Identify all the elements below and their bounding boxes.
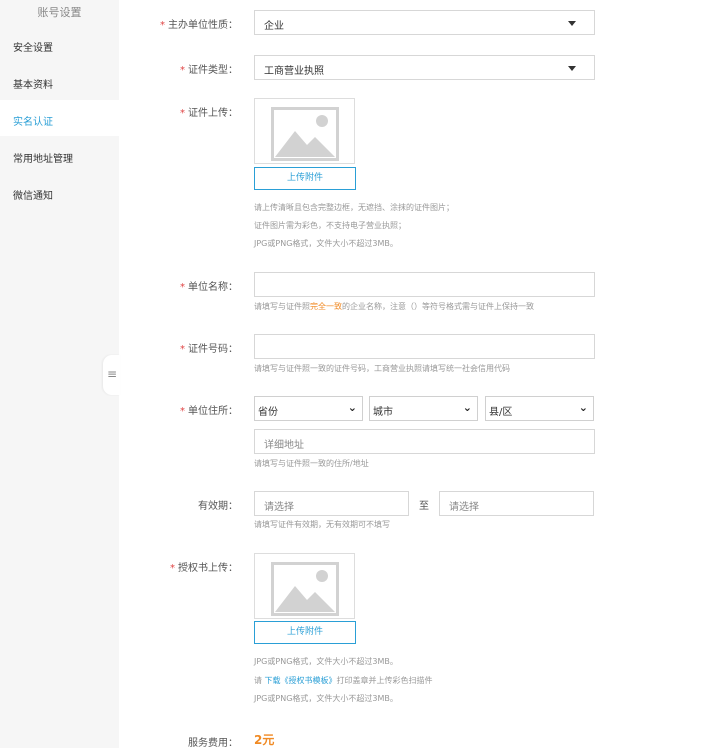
image-placeholder-icon xyxy=(271,562,339,616)
fee-value: 2元 xyxy=(254,733,275,747)
chevron-down-icon: ⌄ xyxy=(347,401,357,414)
city-value: 城市 xyxy=(373,407,393,418)
caret-down-icon xyxy=(568,66,576,71)
address-hint: 请填写与证件照一致的住所/地址 xyxy=(254,459,369,468)
fee-label: 服务费用： xyxy=(188,738,238,748)
cert-upload-hint-2: 证件图片需为彩色，不支持电子营业执照； xyxy=(254,221,406,230)
sidebar-item-wechat[interactable]: 微信通知 xyxy=(13,187,53,202)
cert-number-hint: 请填写与证件照一致的证件号码，工商营业执照请填写统一社会信用代码 xyxy=(254,364,510,373)
city-select[interactable]: 城市 ⌄ xyxy=(369,396,478,421)
validity-start-input[interactable]: 请选择 xyxy=(254,491,409,516)
sidebar-item-address[interactable]: 常用地址管理 xyxy=(13,150,73,165)
menu-icon: ≡ xyxy=(107,367,118,381)
district-select[interactable]: 县/区 ⌄ xyxy=(485,396,594,421)
cert-upload-hint-3: JPG或PNG格式，文件大小不超过3MB。 xyxy=(254,239,398,248)
auth-upload-label: * 授权书上传： xyxy=(170,563,238,574)
sidebar-collapse-handle[interactable]: ≡ xyxy=(103,355,120,395)
cert-type-select[interactable]: 工商营业执照 xyxy=(254,55,595,80)
cert-image-preview[interactable] xyxy=(254,98,355,164)
caret-down-icon xyxy=(568,21,576,26)
org-name-hint-highlight: 完全一致 xyxy=(310,302,342,311)
province-select[interactable]: 省份 ⌄ xyxy=(254,396,363,421)
cert-type-label: * 证件类型： xyxy=(180,65,238,76)
validity-separator: 至 xyxy=(419,501,429,512)
org-type-label: * 主办单位性质： xyxy=(160,20,238,31)
validity-label: 有效期： xyxy=(198,501,238,512)
auth-image-preview[interactable] xyxy=(254,553,355,619)
cert-upload-label: * 证件上传： xyxy=(180,108,238,119)
sidebar: 账号设置 安全设置 基本资料 实名认证 常用地址管理 微信通知 xyxy=(0,0,119,748)
org-type-value: 企业 xyxy=(264,21,284,32)
district-value: 县/区 xyxy=(489,407,513,418)
address-label: * 单位住所： xyxy=(180,406,238,417)
download-template-link[interactable]: 下载《授权书模板》 xyxy=(265,676,337,685)
cert-number-input[interactable] xyxy=(254,334,595,359)
sidebar-item-security[interactable]: 安全设置 xyxy=(13,39,53,54)
auth-upload-hint-3: JPG或PNG格式，文件大小不超过3MB。 xyxy=(254,694,398,703)
validity-hint: 请填写证件有效期，无有效期可不填写 xyxy=(254,520,390,529)
auth-upload-hint-2: 请 下载《授权书模板》打印盖章并上传彩色扫描件 xyxy=(254,676,433,685)
chevron-down-icon: ⌄ xyxy=(578,401,588,414)
sidebar-item-basic-info[interactable]: 基本资料 xyxy=(13,76,53,91)
auth-upload-hint-1: JPG或PNG格式，文件大小不超过3MB。 xyxy=(254,657,398,666)
org-name-label: * 单位名称： xyxy=(180,282,238,293)
address-detail-input[interactable]: 详细地址 xyxy=(254,429,595,454)
sidebar-title: 账号设置 xyxy=(37,6,82,19)
image-placeholder-icon xyxy=(271,107,339,161)
auth-upload-button[interactable]: 上传附件 xyxy=(254,621,356,644)
org-type-select[interactable]: 企业 xyxy=(254,10,595,35)
validity-end-input[interactable]: 请选择 xyxy=(439,491,594,516)
cert-type-value: 工商营业执照 xyxy=(264,66,324,77)
cert-upload-hint-1: 请上传清晰且包含完整边框，无遮挡、涂抹的证件图片； xyxy=(254,203,454,212)
cert-number-label: * 证件号码： xyxy=(180,344,238,355)
province-value: 省份 xyxy=(258,407,278,418)
cert-upload-button[interactable]: 上传附件 xyxy=(254,167,356,190)
sidebar-item-real-name[interactable]: 实名认证 xyxy=(13,113,53,128)
org-name-input[interactable] xyxy=(254,272,595,297)
org-name-hint: 请填写与证件照完全一致的企业名称，注意（）等符号格式需与证件上保持一致 xyxy=(254,302,534,311)
chevron-down-icon: ⌄ xyxy=(462,401,472,414)
